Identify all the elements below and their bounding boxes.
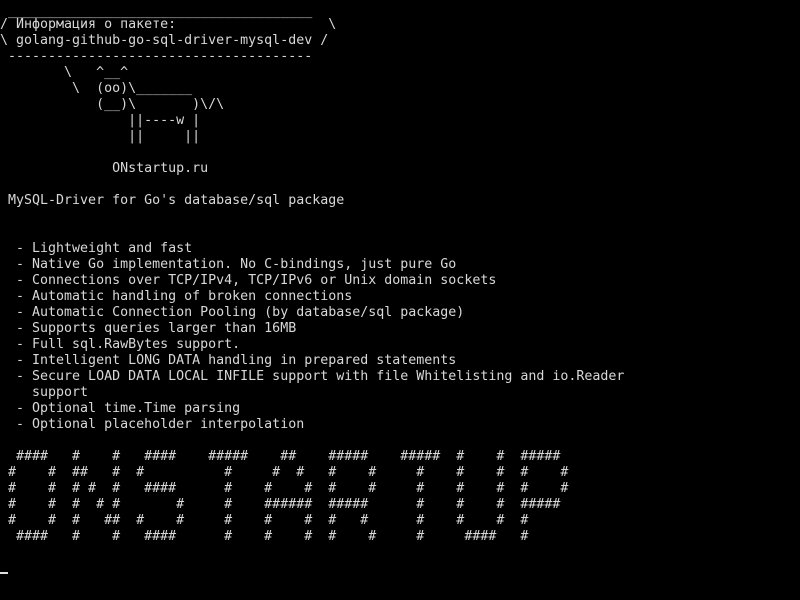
package-summary: MySQL-Driver for Go's database/sql packa… xyxy=(0,193,345,208)
cowsay-line-title: / Информация о пакете: \ xyxy=(0,17,337,32)
feature-line: - Optional time.Time parsing xyxy=(0,401,241,416)
feature-line: - Automatic handling of broken connectio… xyxy=(0,289,353,304)
feature-line: - Connections over TCP/IPv4, TCP/IPv6 or… xyxy=(0,273,497,288)
cow-ascii-line: ||----w | xyxy=(0,113,201,128)
cow-ascii-line: || || xyxy=(0,129,201,144)
cow-ascii-line: (__)\ )\/\ xyxy=(0,97,225,112)
cow-ascii-line: \ ^__^ xyxy=(0,65,129,80)
site-name: ONstartup.ru xyxy=(0,161,209,176)
cowsay-bottom-border: -------------------------------------- xyxy=(0,49,313,64)
feature-line: - Intelligent LONG DATA handling in prep… xyxy=(0,353,457,368)
feature-line: - Optional placeholder interpolation xyxy=(0,417,305,432)
feature-line: - Lightweight and fast xyxy=(0,241,193,256)
feature-line: - Secure LOAD DATA LOCAL INFILE support … xyxy=(0,369,625,384)
ascii-banner-line: # # # # # # # ###### ##### # # # ##### xyxy=(0,497,561,512)
ascii-banner-line: #### # # #### # # # # # # #### # xyxy=(0,529,529,544)
feature-line: - Automatic Connection Pooling (by datab… xyxy=(0,305,465,320)
cowsay-line-package: \ golang-github-go-sql-driver-mysql-dev … xyxy=(0,33,329,48)
ascii-banner-line: #### # # #### ##### ## ##### ##### # # #… xyxy=(0,449,561,464)
feature-line: - Native Go implementation. No C-binding… xyxy=(0,257,457,272)
feature-line: - Supports queries larger than 16MB xyxy=(0,321,297,336)
terminal-screen[interactable]: ______________________________________ /… xyxy=(0,0,800,600)
ascii-banner-line: # # # # # #### # # # # # # # # # # xyxy=(0,481,569,496)
feature-line: support xyxy=(0,385,89,400)
ascii-banner-line: # # # ## # # # # # # # # # # # xyxy=(0,513,529,528)
feature-line: - Full sql.RawBytes support. xyxy=(0,337,241,352)
cow-ascii-line: \ (oo)\_______ xyxy=(0,81,193,96)
ascii-banner-line: # # ## # # # # # # # # # # # # xyxy=(0,465,569,480)
text-cursor xyxy=(0,572,8,574)
